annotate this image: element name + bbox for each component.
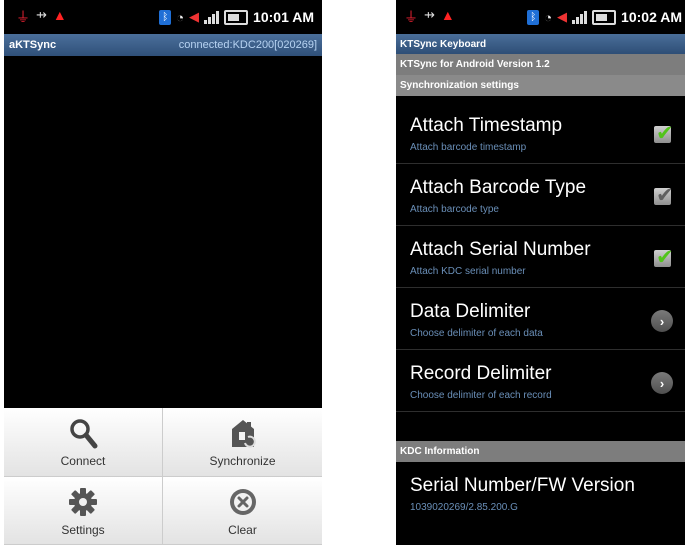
wifi-icon: ◔ xyxy=(544,9,553,25)
clear-button[interactable]: Clear xyxy=(163,476,322,545)
chevron-right-icon[interactable]: › xyxy=(651,310,673,332)
usb-debug-icon: ⇸ xyxy=(36,7,47,22)
pref-title: Serial Number/FW Version xyxy=(410,475,635,496)
volume-icon: ◀ xyxy=(189,9,200,24)
section-label: Synchronization settings xyxy=(400,80,519,91)
attach-timestamp-checkbox[interactable] xyxy=(654,121,674,146)
pref-record-delimiter[interactable]: Record Delimiter Choose delimiter of eac… xyxy=(396,350,685,412)
pref-title: Attach Barcode Type xyxy=(410,177,587,198)
pref-title: Attach Timestamp xyxy=(410,115,563,136)
status-time: 10:01 AM xyxy=(253,9,314,25)
warning-icon: ▲ xyxy=(440,7,455,23)
signal-icon xyxy=(572,10,588,24)
phone-screen-settings: ⏚ ⇸ ▲ ᛒ ◔ ◀ 10:02 AM KTSync Keyboard KTS… xyxy=(396,0,685,545)
usb-icon: ⏚ xyxy=(404,9,418,25)
pref-attach-timestamp[interactable]: Attach Timestamp Attach barcode timestam… xyxy=(396,102,685,164)
settings-button[interactable]: Settings xyxy=(4,476,163,545)
app-titlebar: KTSync Keyboard xyxy=(396,34,685,54)
battery-icon xyxy=(592,9,617,25)
page-title: KTSync Keyboard xyxy=(400,38,487,50)
status-time: 10:02 AM xyxy=(621,9,682,25)
connect-button[interactable]: Connect xyxy=(4,408,163,477)
menu-label: Synchronize xyxy=(209,454,276,469)
pref-title: Data Delimiter xyxy=(410,301,531,322)
pref-summary: Attach KDC serial number xyxy=(410,266,526,277)
section-label: KDC Information xyxy=(400,446,480,457)
version-label: KTSync for Android Version 1.2 xyxy=(400,59,550,70)
battery-icon xyxy=(224,9,249,25)
chevron-right-icon[interactable]: › xyxy=(651,372,673,394)
status-bar: ⏚ ⇸ ▲ ᛒ ◔ ◀ 10:01 AM xyxy=(4,0,322,34)
app-titlebar: aKTSync connected:KDC200[020269] xyxy=(4,34,322,56)
volume-icon: ◀ xyxy=(557,9,568,24)
phone-screen-main: ⏚ ⇸ ▲ ᛒ ◔ ◀ 10:01 AM aKTSync connected:K… xyxy=(4,0,322,545)
bluetooth-icon: ᛒ xyxy=(159,9,172,25)
wifi-icon: ◔ xyxy=(176,9,185,25)
pref-title: Attach Serial Number xyxy=(410,239,591,260)
section-header-kdc: KDC Information xyxy=(396,441,685,462)
pref-title: Record Delimiter xyxy=(410,363,552,384)
clear-icon xyxy=(228,484,258,520)
menu-label: Clear xyxy=(228,522,257,537)
pref-serial-fw-version[interactable]: Serial Number/FW Version 1039020269/2.85… xyxy=(396,462,685,524)
pref-attach-serial-number[interactable]: Attach Serial Number Attach KDC serial n… xyxy=(396,226,685,288)
pref-summary: Choose delimiter of each data xyxy=(410,328,543,339)
usb-icon: ⏚ xyxy=(16,9,30,25)
synchronize-icon xyxy=(228,415,258,451)
status-bar: ⏚ ⇸ ▲ ᛒ ◔ ◀ 10:02 AM xyxy=(396,0,685,34)
signal-icon xyxy=(204,10,220,24)
menu-label: Settings xyxy=(61,522,105,537)
pref-data-delimiter[interactable]: Data Delimiter Choose delimiter of each … xyxy=(396,288,685,350)
attach-barcode-type-checkbox[interactable] xyxy=(654,183,674,208)
pref-attach-barcode-type[interactable]: Attach Barcode Type Attach barcode type xyxy=(396,164,685,226)
gear-icon xyxy=(68,484,98,520)
options-menu: Connect Synchronize Settings Clear xyxy=(4,408,322,545)
menu-label: Connect xyxy=(60,454,106,469)
bluetooth-icon: ᛒ xyxy=(527,9,540,25)
usb-debug-icon: ⇸ xyxy=(424,7,435,22)
attach-serial-number-checkbox[interactable] xyxy=(654,245,674,270)
warning-icon: ▲ xyxy=(52,7,67,23)
connection-status: connected:KDC200[020269] xyxy=(178,39,317,51)
version-header: KTSync for Android Version 1.2 xyxy=(396,54,685,75)
app-title: aKTSync xyxy=(9,39,57,51)
pref-summary: Attach barcode type xyxy=(410,204,499,215)
pref-summary: Choose delimiter of each record xyxy=(410,390,552,401)
section-header-sync: Synchronization settings xyxy=(396,75,685,96)
search-icon xyxy=(68,415,98,451)
pref-summary: Attach barcode timestamp xyxy=(410,142,527,153)
pref-summary: 1039020269/2.85.200.G xyxy=(410,502,518,513)
synchronize-button[interactable]: Synchronize xyxy=(163,408,322,477)
